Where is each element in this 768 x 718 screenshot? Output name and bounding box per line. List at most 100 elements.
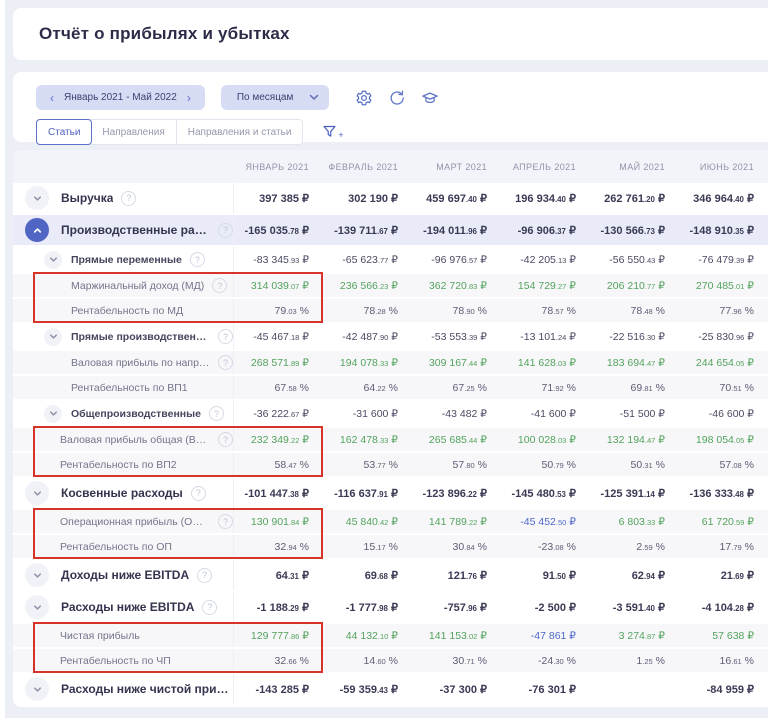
value-cell: 206 210.77 ₽ bbox=[606, 279, 665, 292]
help-icon[interactable]: ? bbox=[218, 355, 233, 370]
value-cell: -43 482 ₽ bbox=[441, 407, 487, 420]
column-header: МАЙ 2021 bbox=[619, 161, 665, 172]
value-cell: 57.80 % bbox=[452, 458, 487, 471]
chevron-right-icon[interactable]: › bbox=[183, 92, 195, 104]
help-icon[interactable]: ? bbox=[197, 567, 213, 583]
value-cell: 77.96 % bbox=[719, 304, 754, 317]
row-label-cell: Доходы ниже EBITDA? bbox=[13, 560, 234, 590]
table-row[interactable]: Рентабельность по ВП1 67.58 % 64.22 % 67.25… bbox=[13, 376, 768, 399]
table-row[interactable]: Рентабельность по ВП2 58.47 % 53.77 % 57.80… bbox=[13, 453, 768, 476]
expand-chevron-down-icon[interactable] bbox=[25, 677, 49, 701]
view-tab-3[interactable]: Направления и статьи bbox=[177, 120, 303, 144]
value-cell: -96 976.57 ₽ bbox=[431, 253, 487, 266]
help-icon[interactable]: ? bbox=[189, 252, 205, 267]
help-icon[interactable]: ? bbox=[218, 432, 233, 447]
row-label: Рентабельность по ВП1 bbox=[71, 381, 188, 394]
value-cell: 61 720.59 ₽ bbox=[701, 515, 754, 528]
value-cell: 141 789.22 ₽ bbox=[428, 515, 487, 528]
view-tab-2[interactable]: Направления bbox=[91, 120, 177, 144]
help-icon[interactable]: ? bbox=[121, 190, 137, 206]
table-row[interactable]: Валовая прибыль общая (ВП2)? 232 349.22 ₽… bbox=[13, 428, 768, 451]
table-row[interactable]: Косвенные расходы? -101 447.38 ₽ -116 637.… bbox=[13, 478, 768, 508]
view-tab-1[interactable]: Статьи bbox=[36, 119, 93, 145]
value-cell: -36 222.67 ₽ bbox=[253, 407, 309, 420]
expand-chevron-down-icon[interactable] bbox=[25, 595, 49, 619]
value-cell: -42 487.90 ₽ bbox=[342, 330, 398, 343]
annotated-row-group: Чистая прибыль 129 777.86 ₽ 44 132.10 ₽ 141… bbox=[13, 622, 768, 673]
table-row[interactable]: Доходы ниже EBITDA? 64.31 ₽ 69.68 ₽ 121.76 … bbox=[13, 560, 768, 590]
expand-chevron-down-icon[interactable] bbox=[25, 186, 49, 210]
collapse-chevron-up-icon[interactable] bbox=[25, 218, 49, 242]
help-icon[interactable]: ? bbox=[202, 599, 218, 615]
help-icon[interactable]: ? bbox=[218, 329, 233, 344]
table-body: Выручка? 397 385 ₽ 302 190 ₽ 459 697.40 ₽ 19… bbox=[13, 183, 768, 704]
value-cell: -25 830.96 ₽ bbox=[698, 330, 754, 343]
table-row[interactable]: Прямые переменные? -83 345.93 ₽ -65 623.77… bbox=[13, 247, 768, 272]
value-cell: 58.47 % bbox=[274, 458, 309, 471]
value-cell: 78.90 % bbox=[452, 304, 487, 317]
toolbar-icons bbox=[355, 89, 439, 107]
value-cell: 459 697.40 ₽ bbox=[426, 192, 487, 205]
table-row[interactable]: Рентабельность по ОП 32.94 % 15.17 % 30.84 … bbox=[13, 535, 768, 558]
expand-chevron-down-icon[interactable] bbox=[44, 404, 62, 423]
view-tab-group: Статьи Направления Направления и статьи bbox=[36, 119, 304, 145]
row-label-cell: Производственные расходы? bbox=[13, 215, 234, 245]
refresh-icon[interactable] bbox=[388, 89, 406, 107]
table-row[interactable]: Рентабельность по МД 79.03 % 78.28 % 78.90 … bbox=[13, 299, 768, 322]
value-cell: -136 333.48 ₽ bbox=[689, 487, 755, 500]
value-cell: 183 694.47 ₽ bbox=[606, 356, 665, 369]
value-cell: 91.50 ₽ bbox=[542, 569, 576, 582]
table-row[interactable]: Чистая прибыль 129 777.86 ₽ 44 132.10 ₽ 141… bbox=[13, 624, 768, 647]
value-cell: 154 729.27 ₽ bbox=[517, 279, 576, 292]
value-cell: 57.08 % bbox=[719, 458, 754, 471]
value-cell: -42 205.13 ₽ bbox=[520, 253, 576, 266]
value-cell: 132 194.47 ₽ bbox=[606, 433, 665, 446]
value-cell: 64.31 ₽ bbox=[275, 569, 309, 582]
value-cell: -84 959 ₽ bbox=[706, 683, 754, 696]
row-label: Маржинальный доход (МД) bbox=[71, 279, 205, 292]
value-cell: 69.68 ₽ bbox=[364, 569, 398, 582]
value-cell: -24.30 % bbox=[538, 654, 576, 667]
help-icon[interactable]: ? bbox=[218, 514, 233, 529]
help-icon[interactable]: ? bbox=[218, 222, 233, 238]
expand-chevron-down-icon[interactable] bbox=[44, 327, 62, 346]
row-label-cell: Валовая прибыль по направлениям (ВП1)? bbox=[13, 351, 234, 374]
filter-add-button[interactable]: + bbox=[322, 124, 344, 140]
settings-icon[interactable] bbox=[355, 89, 373, 107]
value-cell: 121.76 ₽ bbox=[447, 569, 487, 582]
table-row[interactable]: Рентабельность по ЧП 32.66 % 14.60 % 30.71 … bbox=[13, 649, 768, 672]
help-icon[interactable]: ? bbox=[190, 485, 206, 501]
value-cell: 268 571.89 ₽ bbox=[250, 356, 309, 369]
value-cell: 16.61 % bbox=[719, 654, 754, 667]
row-label: Доходы ниже EBITDA bbox=[61, 568, 190, 582]
chevron-left-icon[interactable]: ‹ bbox=[46, 92, 58, 104]
value-cell: -96 906.37 ₽ bbox=[517, 224, 576, 237]
expand-chevron-down-icon[interactable] bbox=[44, 250, 62, 269]
table-row[interactable]: Валовая прибыль по направлениям (ВП1)? 26… bbox=[13, 351, 768, 374]
period-selector[interactable]: ‹ Январь 2021 - Май 2022 › bbox=[36, 85, 205, 110]
table-row[interactable]: Маржинальный доход (МД)? 314 039.07 ₽ 236 … bbox=[13, 274, 768, 297]
table-row[interactable]: Операционная прибыль (ОП, EBITDA)? 130 90… bbox=[13, 510, 768, 533]
table-row[interactable]: Расходы ниже чистой прибыли -143 285 ₽ -59… bbox=[13, 674, 768, 704]
help-icon[interactable]: ? bbox=[212, 278, 228, 293]
value-cell: -41 600 ₽ bbox=[530, 407, 576, 420]
table-row[interactable]: Выручка? 397 385 ₽ 302 190 ₽ 459 697.40 ₽ 19… bbox=[13, 183, 768, 213]
value-cell: -3 591.40 ₽ bbox=[612, 601, 665, 614]
table-row[interactable]: Общепроизводственные? -36 222.67 ₽ -31 600… bbox=[13, 401, 768, 426]
row-label-cell: Рентабельность по ВП2 bbox=[13, 453, 234, 476]
value-cell: 78.48 % bbox=[630, 304, 665, 317]
row-label-cell: Чистая прибыль bbox=[13, 624, 234, 647]
table-row[interactable]: Расходы ниже EBITDA? -1 188.29 ₽ -1 777.98… bbox=[13, 592, 768, 622]
expand-chevron-down-icon[interactable] bbox=[25, 481, 49, 505]
value-cell: 309 167.44 ₽ bbox=[428, 356, 487, 369]
grouping-dropdown[interactable]: По месяцам bbox=[220, 85, 330, 110]
table-row[interactable]: Прямые производственные? -45 467.18 ₽ -42 … bbox=[13, 324, 768, 349]
education-icon[interactable] bbox=[421, 89, 439, 107]
table-row[interactable]: Производственные расходы? -165 035.78 ₽ -1… bbox=[13, 215, 768, 245]
value-cell: -101 447.38 ₽ bbox=[244, 487, 310, 500]
value-cell: 17.79 % bbox=[719, 540, 754, 553]
help-icon[interactable]: ? bbox=[208, 406, 224, 421]
row-label-cell: Рентабельность по МД bbox=[13, 299, 234, 322]
expand-chevron-down-icon[interactable] bbox=[25, 563, 49, 587]
row-label: Чистая прибыль bbox=[60, 629, 140, 642]
